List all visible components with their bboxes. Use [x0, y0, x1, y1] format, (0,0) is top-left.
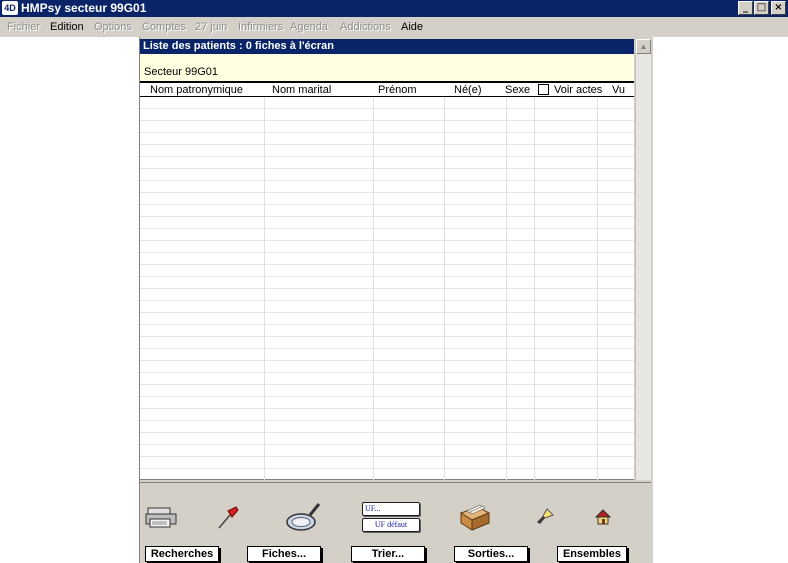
- vertical-scrollbar[interactable]: ▲: [635, 39, 651, 480]
- window-title: HMPsy secteur 99G01: [21, 1, 147, 15]
- patient-list[interactable]: [140, 97, 634, 480]
- scroll-up-icon[interactable]: ▲: [636, 39, 651, 54]
- menu-agenda[interactable]: Agenda: [290, 20, 328, 34]
- menu-edition[interactable]: Edition: [50, 20, 84, 34]
- col-prenom[interactable]: Prénom: [378, 84, 417, 97]
- menu-aide[interactable]: Aide: [401, 20, 423, 34]
- list-title: Liste des patients : 0 fiches à l'écran: [140, 39, 634, 54]
- uf-default-button[interactable]: UF défaut: [362, 518, 420, 532]
- column-divider: [597, 97, 598, 480]
- menu-bar: Fichier Edition Options Comptes 27 juin …: [0, 17, 788, 37]
- menu-date[interactable]: 27 juin: [195, 20, 227, 34]
- recherches-button[interactable]: Recherches: [145, 546, 219, 562]
- home-icon[interactable]: [594, 509, 612, 525]
- voir-actes-checkbox[interactable]: [538, 84, 549, 95]
- menu-addictions[interactable]: Addictions: [340, 20, 391, 34]
- menu-options[interactable]: Options: [94, 20, 132, 34]
- column-divider: [373, 97, 374, 480]
- col-nom-marital[interactable]: Nom marital: [272, 84, 331, 97]
- column-divider: [444, 97, 445, 480]
- action-toolbar: UF... UF défaut Recherches Fiches... Tri…: [140, 482, 651, 563]
- menu-infirmiers[interactable]: Infirmiers: [238, 20, 283, 34]
- column-divider: [506, 97, 507, 480]
- maximize-icon[interactable]: □: [754, 1, 769, 15]
- menu-fichier[interactable]: Fichier: [7, 20, 40, 34]
- title-bar: 4D HMPsy secteur 99G01 _ □ ×: [0, 0, 788, 17]
- ensembles-button[interactable]: Ensembles: [557, 546, 627, 562]
- uf-button[interactable]: UF...: [362, 502, 420, 516]
- pin-icon[interactable]: [216, 505, 240, 531]
- brush-icon[interactable]: [535, 507, 555, 527]
- printer-icon[interactable]: [145, 505, 179, 529]
- col-voir-actes[interactable]: Voir actes: [554, 84, 602, 97]
- col-vu[interactable]: Vu: [612, 84, 625, 97]
- column-divider: [264, 97, 265, 480]
- sector-label: Secteur 99G01: [144, 66, 218, 78]
- column-divider: [534, 97, 535, 480]
- close-icon[interactable]: ×: [771, 1, 786, 15]
- col-nom-patronymique[interactable]: Nom patronymique: [150, 84, 243, 97]
- col-sexe[interactable]: Sexe: [505, 84, 530, 97]
- menu-comptes[interactable]: Comptes: [142, 20, 186, 34]
- minimize-icon[interactable]: _: [738, 1, 753, 15]
- trier-button[interactable]: Trier...: [351, 546, 425, 562]
- col-nee[interactable]: Né(e): [454, 84, 482, 97]
- sector-header: Secteur 99G01: [140, 54, 634, 81]
- magnifier-icon[interactable]: [285, 501, 323, 533]
- file-box-icon[interactable]: [458, 499, 492, 531]
- sorties-button[interactable]: Sorties...: [454, 546, 528, 562]
- fiches-button[interactable]: Fiches...: [247, 546, 321, 562]
- column-header: Nom patronymique Nom marital Prénom Né(e…: [140, 81, 634, 97]
- app-logo-icon: 4D: [2, 1, 18, 15]
